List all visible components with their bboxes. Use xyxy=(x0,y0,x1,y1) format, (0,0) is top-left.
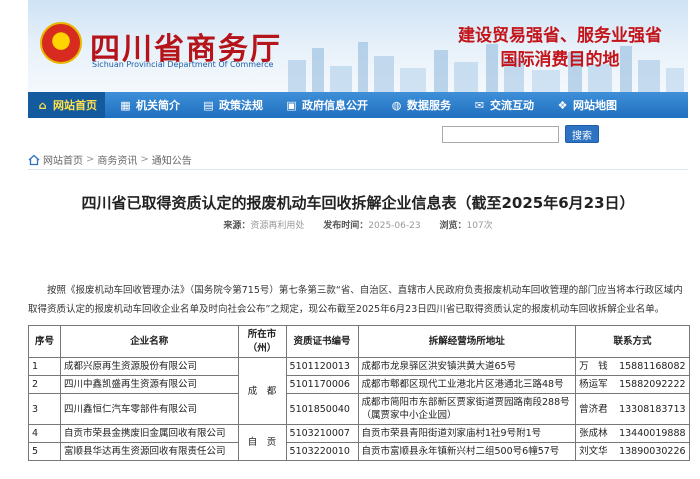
cell-cert: 5103220010 xyxy=(285,442,359,461)
national-emblem-icon xyxy=(40,22,82,64)
cell-cert: 5103210007 xyxy=(285,424,359,443)
slogan: 建设贸易强省、服务业强省 国际消费目的地 xyxy=(458,24,662,72)
enterprise-table: 序号 企业名称 所在市（州） 资质证书编号 拆解经营场所地址 联系方式 1 成都… xyxy=(28,325,690,461)
nav-label: 交流互动 xyxy=(490,99,534,112)
contact-phone: 15882092222 xyxy=(619,379,686,390)
cell-name: 四川鑫恒仁汽车零部件有限公司 xyxy=(59,393,239,425)
contact-phone: 13440019888 xyxy=(619,428,686,439)
nav-item-sitemap[interactable]: ❖ 网站地图 xyxy=(548,92,625,118)
breadcrumb-home[interactable]: 网站首页 xyxy=(43,152,83,167)
cell-no: 2 xyxy=(28,375,61,394)
breadcrumb-news[interactable]: 商务资讯 xyxy=(97,152,137,167)
nav-label: 网站首页 xyxy=(53,99,97,112)
col-header-no: 序号 xyxy=(28,325,61,358)
cell-address: 成都市郫都区现代工业港北片区港通北三路48号 xyxy=(357,375,577,394)
contact-person: 曾济君 xyxy=(579,403,608,415)
breadcrumb: 网站首页 > 商务资讯 > 通知公告 xyxy=(28,150,688,170)
cell-city: 自 贡 xyxy=(237,424,287,461)
home-icon xyxy=(28,154,40,165)
nav-item-policy[interactable]: ▤ 政策法规 xyxy=(194,92,271,118)
col-header-name: 企业名称 xyxy=(59,325,239,358)
cell-address: 成都市简阳市东部新区贾家街道贾园路南段288号（属贾家中小企业园） xyxy=(357,393,577,425)
nav-item-home[interactable]: ⌂ 网站首页 xyxy=(28,92,105,118)
cell-cert: 5101170006 xyxy=(285,375,359,394)
cell-no: 3 xyxy=(28,393,61,425)
contact-person: 刘文华 xyxy=(579,446,608,457)
header-banner: 四川省商务厅 Sichuan Provincial Department Of … xyxy=(28,0,688,92)
slogan-line-2: 国际消费目的地 xyxy=(500,50,620,70)
table-row: 1 成都兴原再生资源股份有限公司 成 都 5101120013 成都市龙泉驿区洪… xyxy=(28,357,690,425)
breadcrumb-separator: > xyxy=(140,154,149,165)
nav-item-info[interactable]: ▣ 政府信息公开 xyxy=(277,92,376,118)
nav-label: 政策法规 xyxy=(219,99,263,112)
breadcrumb-separator: > xyxy=(86,154,95,165)
contact-phone: 15881168082 xyxy=(619,361,686,372)
table-row: 3 四川鑫恒仁汽车零部件有限公司 5101850040 成都市简阳市东部新区贾家… xyxy=(28,393,690,425)
slogan-line-1: 建设贸易强省、服务业强省 xyxy=(458,26,662,46)
article-meta: 来源：资源再利用处 发布时间：2025-06-23 浏览：107次 xyxy=(28,218,688,231)
cell-name: 成都兴原再生资源股份有限公司 xyxy=(59,357,239,376)
cell-no: 1 xyxy=(28,357,61,376)
table-header-row: 序号 企业名称 所在市（州） 资质证书编号 拆解经营场所地址 联系方式 xyxy=(28,325,690,358)
org-icon: ▦ xyxy=(120,98,131,112)
sitemap-icon: ❖ xyxy=(557,98,568,112)
contact-person: 张成林 xyxy=(579,428,608,439)
cell-city: 成 都 xyxy=(237,357,287,425)
contact-person: 万 钱 xyxy=(579,361,608,372)
main-nav: ⌂ 网站首页 ▦ 机关简介 ▤ 政策法规 ▣ 政府信息公开 ◍ 数据服务 ✉ 交… xyxy=(28,92,688,118)
cell-name: 自贡市荣县金携废旧金属回收有限公司 xyxy=(59,424,239,443)
cell-contact: 杨运军 15882092222 xyxy=(575,375,690,394)
cell-address: 成都市龙泉驿区洪安镇洪黄大道65号 xyxy=(357,357,577,376)
cell-cert: 5101850040 xyxy=(285,393,359,425)
nav-item-interact[interactable]: ✉ 交流互动 xyxy=(465,92,542,118)
search-input[interactable] xyxy=(442,126,559,143)
nav-label: 数据服务 xyxy=(407,99,451,112)
breadcrumb-notices[interactable]: 通知公告 xyxy=(152,152,192,167)
cell-no: 5 xyxy=(28,442,61,461)
col-header-contact: 联系方式 xyxy=(575,325,690,358)
law-icon: ▤ xyxy=(203,98,214,112)
article-date: 2025-06-23 xyxy=(368,221,421,231)
col-header-address: 拆解经营场所地址 xyxy=(357,325,577,358)
chat-icon: ✉ xyxy=(474,98,485,112)
nav-label: 机关简介 xyxy=(136,99,180,112)
site-subtitle: Sichuan Provincial Department Of Commerc… xyxy=(92,60,274,69)
contact-phone: 13890030226 xyxy=(619,446,686,457)
article-views: 107次 xyxy=(466,221,493,231)
home-icon: ⌂ xyxy=(38,98,47,112)
contact-person: 杨运军 xyxy=(579,379,608,390)
views-label: 浏览： xyxy=(439,221,467,231)
cell-name: 富顺县华达再生资源回收有限责任公司 xyxy=(59,442,239,461)
nav-label: 政府信息公开 xyxy=(302,99,368,112)
cell-name: 四川中鑫凯盛再生资源有限公司 xyxy=(59,375,239,394)
table-row: 4 自贡市荣县金携废旧金属回收有限公司 自 贡 5103210007 自贡市荣县… xyxy=(28,424,690,461)
table-row: 2 四川中鑫凯盛再生资源有限公司 5101170006 成都市郫都区现代工业港北… xyxy=(28,375,690,394)
cell-contact: 刘文华 13890030226 xyxy=(575,442,690,461)
cell-no: 4 xyxy=(28,424,61,443)
nav-item-data[interactable]: ◍ 数据服务 xyxy=(382,92,459,118)
search-button[interactable]: 搜索 xyxy=(565,125,599,143)
col-header-cert: 资质证书编号 xyxy=(285,325,359,358)
source-label: 来源： xyxy=(223,221,251,231)
article-title: 四川省已取得资质认定的报废机动车回收拆解企业信息表（截至2025年6月23日） xyxy=(81,194,635,212)
data-icon: ◍ xyxy=(391,98,402,112)
cell-cert: 5101120013 xyxy=(285,357,359,376)
contact-phone: 13308183713 xyxy=(619,403,686,415)
table-row: 5 富顺县华达再生资源回收有限责任公司 5103220010 自贡市富顺县永年镇… xyxy=(28,442,690,461)
cell-contact: 张成林 13440019888 xyxy=(575,424,690,443)
cell-contact: 曾济君 13308183713 xyxy=(575,393,690,425)
info-icon: ▣ xyxy=(286,98,297,112)
col-header-city: 所在市（州） xyxy=(237,325,287,358)
cell-contact: 万 钱 15881168082 xyxy=(575,357,690,376)
date-label: 发布时间： xyxy=(323,221,369,231)
article-intro: 按照《报废机动车回收管理办法》（国务院令第715号）第七条第三款“省、自治区、直… xyxy=(28,285,683,315)
nav-item-about[interactable]: ▦ 机关简介 xyxy=(111,92,188,118)
cell-address: 自贡市富顺县永年镇新兴村二组500号6幢57号 xyxy=(357,442,577,461)
nav-label: 网站地图 xyxy=(573,99,617,112)
article-source: 资源再利用处 xyxy=(250,221,305,231)
cell-address: 自贡市荣县青阳街道刘家庙村1社9号附1号 xyxy=(357,424,577,443)
